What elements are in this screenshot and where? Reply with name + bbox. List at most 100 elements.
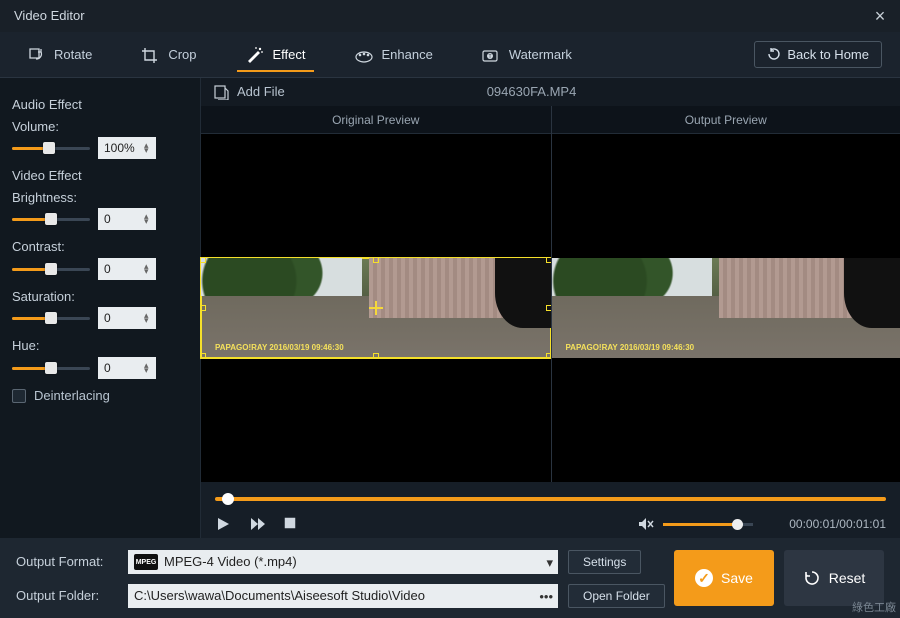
deinterlacing-label: Deinterlacing [34, 387, 110, 405]
video-effect-heading: Video Effect [12, 167, 188, 185]
volume-label: Volume: [12, 118, 188, 136]
output-frame: PAPAGO!RAY 2016/03/19 09:46:30 [552, 258, 900, 358]
file-info-bar: Add File 094630FA.MP4 [201, 78, 900, 106]
back-to-home-button[interactable]: Back to Home [754, 41, 882, 69]
output-preview-header: Output Preview [552, 106, 900, 134]
volume-value: 100% [104, 140, 135, 156]
tab-bar: Rotate Crop Effect Enhance T Watermark B… [0, 32, 900, 78]
original-preview-header: Original Preview [201, 106, 551, 134]
time-display: 00:00:01/00:01:01 [789, 516, 886, 532]
play-button[interactable] [215, 516, 231, 532]
output-format-value: MPEG-4 Video (*.mp4) [164, 553, 297, 571]
brightness-input[interactable]: 0 ▴▾ [98, 208, 156, 230]
playback-controls: 00:00:01/00:01:01 [215, 516, 886, 532]
crop-icon [140, 46, 160, 64]
chevron-down-icon: ▾ [546, 554, 553, 572]
reset-button[interactable]: Reset [784, 550, 884, 606]
back-to-home-label: Back to Home [787, 46, 869, 64]
mpeg-icon: MPEG [134, 554, 158, 570]
output-format-label: Output Format: [16, 553, 118, 571]
contrast-value: 0 [104, 261, 111, 277]
browse-icon[interactable]: ••• [539, 588, 553, 606]
original-preview-canvas[interactable]: PAPAGO!RAY 2016/03/19 09:46:30 [201, 134, 551, 482]
stop-button[interactable] [283, 516, 299, 532]
open-folder-label: Open Folder [583, 588, 650, 604]
volume-playback-slider[interactable] [663, 517, 753, 531]
add-file-label: Add File [237, 83, 285, 101]
original-frame[interactable]: PAPAGO!RAY 2016/03/19 09:46:30 [201, 258, 551, 358]
tab-enhance[interactable]: Enhance [346, 40, 441, 70]
output-preview-canvas: PAPAGO!RAY 2016/03/19 09:46:30 [552, 134, 900, 482]
saturation-value: 0 [104, 310, 111, 326]
output-folder-input[interactable]: C:\Users\wawa\Documents\Aiseesoft Studio… [128, 584, 558, 608]
output-folder-value: C:\Users\wawa\Documents\Aiseesoft Studio… [134, 587, 425, 605]
watermark-icon: T [481, 46, 501, 64]
close-icon[interactable]: × [870, 4, 890, 28]
frame-overlay-text: PAPAGO!RAY 2016/03/19 09:46:30 [215, 344, 344, 352]
frame-overlay-text: PAPAGO!RAY 2016/03/19 09:46:30 [565, 344, 694, 352]
saturation-input[interactable]: 0 ▴▾ [98, 307, 156, 329]
reset-icon [803, 569, 821, 587]
tab-crop[interactable]: Crop [132, 40, 204, 70]
saturation-slider[interactable] [12, 310, 90, 326]
output-folder-label: Output Folder: [16, 587, 118, 605]
contrast-slider[interactable] [12, 261, 90, 277]
hue-input[interactable]: 0 ▴▾ [98, 357, 156, 379]
fast-forward-button[interactable] [249, 516, 265, 532]
hue-value: 0 [104, 360, 111, 376]
check-icon: ✓ [695, 569, 713, 587]
main-area: Audio Effect Volume: 100% ▴▾ Video Effec… [0, 78, 900, 538]
hue-label: Hue: [12, 337, 188, 355]
effect-panel: Audio Effect Volume: 100% ▴▾ Video Effec… [0, 78, 200, 538]
add-file-button[interactable]: Add File [213, 83, 285, 101]
hue-slider[interactable] [12, 360, 90, 376]
add-file-icon [213, 84, 229, 100]
saturation-label: Saturation: [12, 288, 188, 306]
effect-icon [245, 46, 265, 64]
spinner-icon[interactable]: ▴▾ [144, 143, 154, 153]
spinner-icon[interactable]: ▴▾ [144, 363, 154, 373]
settings-label: Settings [583, 554, 626, 570]
title-bar: Video Editor × [0, 0, 900, 32]
home-arrow-icon [767, 47, 781, 61]
audio-effect-heading: Audio Effect [12, 96, 188, 114]
footer: Output Format: MPEG MPEG-4 Video (*.mp4)… [0, 538, 900, 618]
output-format-select[interactable]: MPEG MPEG-4 Video (*.mp4) ▾ [128, 550, 558, 574]
original-preview-column: Original Preview PAPAGO!RAY 2016/03/19 0… [201, 106, 551, 482]
open-folder-button[interactable]: Open Folder [568, 584, 665, 608]
tab-watermark[interactable]: T Watermark [473, 40, 580, 70]
tab-label: Effect [273, 46, 306, 64]
enhance-icon [354, 46, 374, 64]
tab-label: Watermark [509, 46, 572, 64]
timeline-slider[interactable] [215, 492, 886, 506]
contrast-label: Contrast: [12, 238, 188, 256]
output-preview-column: Output Preview PAPAGO!RAY 2016/03/19 09:… [551, 106, 900, 482]
tab-label: Crop [168, 46, 196, 64]
transport-bar: 00:00:01/00:01:01 [201, 482, 900, 538]
brightness-label: Brightness: [12, 189, 188, 207]
spinner-icon[interactable]: ▴▾ [144, 264, 154, 274]
contrast-input[interactable]: 0 ▴▾ [98, 258, 156, 280]
mute-icon[interactable] [637, 516, 653, 532]
settings-button[interactable]: Settings [568, 550, 641, 574]
rotate-icon [26, 46, 46, 64]
volume-input[interactable]: 100% ▴▾ [98, 137, 156, 159]
tab-label: Rotate [54, 46, 92, 64]
brightness-value: 0 [104, 211, 111, 227]
reset-label: Reset [829, 569, 866, 588]
preview-columns: Original Preview PAPAGO!RAY 2016/03/19 0… [201, 106, 900, 482]
watermark-text: 綠色工廠 [852, 601, 896, 616]
save-button[interactable]: ✓ Save [674, 550, 774, 606]
tab-effect[interactable]: Effect [237, 40, 314, 72]
deinterlacing-checkbox[interactable]: Deinterlacing [12, 387, 188, 405]
spinner-icon[interactable]: ▴▾ [144, 313, 154, 323]
checkbox-icon [12, 389, 26, 403]
spinner-icon[interactable]: ▴▾ [144, 214, 154, 224]
preview-area: Add File 094630FA.MP4 Original Preview P… [200, 78, 900, 538]
volume-slider[interactable] [12, 140, 90, 156]
save-label: Save [721, 569, 753, 588]
brightness-slider[interactable] [12, 211, 90, 227]
svg-text:T: T [488, 54, 491, 60]
tab-rotate[interactable]: Rotate [18, 40, 100, 70]
tab-label: Enhance [382, 46, 433, 64]
